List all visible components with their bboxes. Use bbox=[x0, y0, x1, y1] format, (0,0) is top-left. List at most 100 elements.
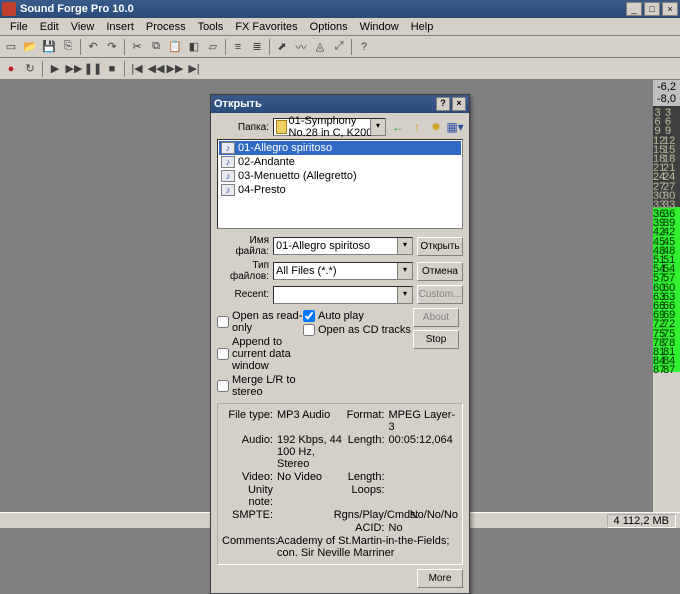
save-button[interactable]: 💾 bbox=[40, 38, 58, 56]
chevron-down-icon[interactable]: ▾ bbox=[370, 119, 385, 135]
trim-button[interactable]: ▱ bbox=[204, 38, 222, 56]
forward-button[interactable]: ▶▶ bbox=[166, 60, 184, 78]
menu-fx-favorites[interactable]: FX Favorites bbox=[229, 19, 303, 35]
open-button[interactable]: 📂 bbox=[21, 38, 39, 56]
go-end-button[interactable]: ▶| bbox=[185, 60, 203, 78]
dialog-help-button[interactable]: ? bbox=[436, 97, 450, 111]
more-button[interactable]: More bbox=[417, 569, 463, 588]
nav-up-icon[interactable]: ↑ bbox=[409, 119, 425, 135]
tool-3[interactable]: ⬈ bbox=[273, 38, 291, 56]
chevron-down-icon[interactable]: ▾ bbox=[397, 263, 412, 279]
folder-combo[interactable]: 01-Symphony No.28 in C, K200 ▾ bbox=[273, 118, 386, 136]
app-icon bbox=[2, 2, 16, 16]
about-button[interactable]: About bbox=[413, 308, 459, 327]
menu-process[interactable]: Process bbox=[140, 19, 192, 35]
meter-row: 8181 bbox=[653, 345, 680, 354]
new-button[interactable]: ▭ bbox=[2, 38, 20, 56]
filename-input[interactable]: 01-Allegro spiritoso ▾ bbox=[273, 237, 413, 255]
play-all-button[interactable]: ▶▶ bbox=[65, 60, 83, 78]
view-menu-icon[interactable]: ▦▾ bbox=[447, 119, 463, 135]
menu-view[interactable]: View bbox=[65, 19, 101, 35]
filetype-combo[interactable]: All Files (*.*) ▾ bbox=[273, 262, 413, 280]
menu-tools[interactable]: Tools bbox=[192, 19, 230, 35]
meter-row: 3030 bbox=[653, 189, 680, 198]
audio-file-icon: ♪ bbox=[221, 142, 235, 154]
cut-button[interactable]: ✂ bbox=[128, 38, 146, 56]
mix-button[interactable]: ◧ bbox=[185, 38, 203, 56]
record-button[interactable]: ● bbox=[2, 60, 20, 78]
undo-button[interactable]: ↶ bbox=[84, 38, 102, 56]
meter-row: 6363 bbox=[653, 290, 680, 299]
cdtracks-checkbox[interactable] bbox=[303, 324, 315, 336]
cancel-button[interactable]: Отмена bbox=[417, 262, 463, 281]
meter-row: 6060 bbox=[653, 281, 680, 290]
tool-2[interactable]: ≣ bbox=[248, 38, 266, 56]
open-confirm-button[interactable]: Открыть bbox=[417, 237, 463, 256]
chevron-down-icon[interactable]: ▾ bbox=[397, 238, 412, 254]
copy-button[interactable]: ⧉ bbox=[147, 38, 165, 56]
file-info-panel: File type:MP3 AudioFormat:MPEG Layer-3 A… bbox=[217, 403, 463, 565]
meter-row: 66 bbox=[653, 115, 680, 124]
file-item[interactable]: ♪01-Allegro spiritoso bbox=[219, 141, 461, 155]
meter-row: 1515 bbox=[653, 143, 680, 152]
redo-button[interactable]: ↷ bbox=[103, 38, 121, 56]
dialog-titlebar[interactable]: Открыть ? × bbox=[211, 95, 469, 113]
meter-row: 8484 bbox=[653, 354, 680, 363]
meter-row: 2121 bbox=[653, 161, 680, 170]
dialog-title: Открыть bbox=[214, 98, 434, 110]
rewind-button[interactable]: ◀◀ bbox=[147, 60, 165, 78]
file-item[interactable]: ♪04-Presto bbox=[219, 183, 461, 197]
toolbar-main: ▭ 📂 💾 ⎘ ↶ ↷ ✂ ⧉ 📋 ◧ ▱ ≡ ≣ ⬈ 〰 ◬ ⤢ ? bbox=[0, 36, 680, 58]
meter-header: -6,2 -8,0 bbox=[653, 80, 680, 106]
stop-button[interactable]: ■ bbox=[103, 60, 121, 78]
titlebar: Sound Forge Pro 10.0 _ □ × bbox=[0, 0, 680, 18]
level-meter: -6,2 -8,0 336699121215151818212124242727… bbox=[652, 80, 680, 512]
app-title: Sound Forge Pro 10.0 bbox=[20, 3, 624, 15]
open-dialog: Открыть ? × Папка: 01-Symphony No.28 in … bbox=[210, 94, 470, 594]
file-list[interactable]: ♪01-Allegro spiritoso♪02-Andante♪03-Menu… bbox=[217, 139, 463, 229]
tool-1[interactable]: ≡ bbox=[229, 38, 247, 56]
nav-back-icon[interactable]: ← bbox=[390, 119, 406, 135]
chevron-down-icon[interactable]: ▾ bbox=[397, 287, 412, 303]
close-button[interactable]: × bbox=[662, 2, 678, 16]
play-button[interactable]: ▶ bbox=[46, 60, 64, 78]
new-folder-icon[interactable]: ✸ bbox=[428, 119, 444, 135]
toolbar-transport: ● ↻ ▶ ▶▶ ❚❚ ■ |◀ ◀◀ ▶▶ ▶| bbox=[0, 58, 680, 80]
menu-insert[interactable]: Insert bbox=[100, 19, 140, 35]
append-checkbox[interactable] bbox=[217, 348, 229, 360]
file-item[interactable]: ♪02-Andante bbox=[219, 155, 461, 169]
pause-button[interactable]: ❚❚ bbox=[84, 60, 102, 78]
merge-checkbox[interactable] bbox=[217, 380, 229, 392]
meter-row: 3333 bbox=[653, 198, 680, 207]
menu-options[interactable]: Options bbox=[304, 19, 354, 35]
meter-row: 4848 bbox=[653, 244, 680, 253]
go-start-button[interactable]: |◀ bbox=[128, 60, 146, 78]
minimize-button[interactable]: _ bbox=[626, 2, 642, 16]
paste-button[interactable]: 📋 bbox=[166, 38, 184, 56]
recent-label: Recent: bbox=[217, 289, 269, 300]
recent-combo[interactable]: ▾ bbox=[273, 286, 413, 304]
file-item[interactable]: ♪03-Menuetto (Allegretto) bbox=[219, 169, 461, 183]
audio-file-icon: ♪ bbox=[221, 170, 235, 182]
meter-row: 5151 bbox=[653, 253, 680, 262]
readonly-checkbox[interactable] bbox=[217, 316, 229, 328]
meter-row: 7272 bbox=[653, 317, 680, 326]
help-button[interactable]: ? bbox=[355, 38, 373, 56]
menu-help[interactable]: Help bbox=[405, 19, 440, 35]
menu-window[interactable]: Window bbox=[354, 19, 405, 35]
save-as-button[interactable]: ⎘ bbox=[59, 38, 77, 56]
maximize-button[interactable]: □ bbox=[644, 2, 660, 16]
stop-playback-button[interactable]: Stop bbox=[413, 330, 459, 349]
meter-row: 2727 bbox=[653, 180, 680, 189]
meter-row: 7878 bbox=[653, 336, 680, 345]
tool-6[interactable]: ⤢ bbox=[330, 38, 348, 56]
autoplay-checkbox[interactable] bbox=[303, 310, 315, 322]
tool-4[interactable]: 〰 bbox=[292, 38, 310, 56]
custom-button[interactable]: Custom... bbox=[417, 285, 463, 304]
menu-edit[interactable]: Edit bbox=[34, 19, 65, 35]
meter-row: 99 bbox=[653, 124, 680, 133]
tool-5[interactable]: ◬ bbox=[311, 38, 329, 56]
menu-file[interactable]: File bbox=[4, 19, 34, 35]
dialog-close-button[interactable]: × bbox=[452, 97, 466, 111]
loop-button[interactable]: ↻ bbox=[21, 60, 39, 78]
